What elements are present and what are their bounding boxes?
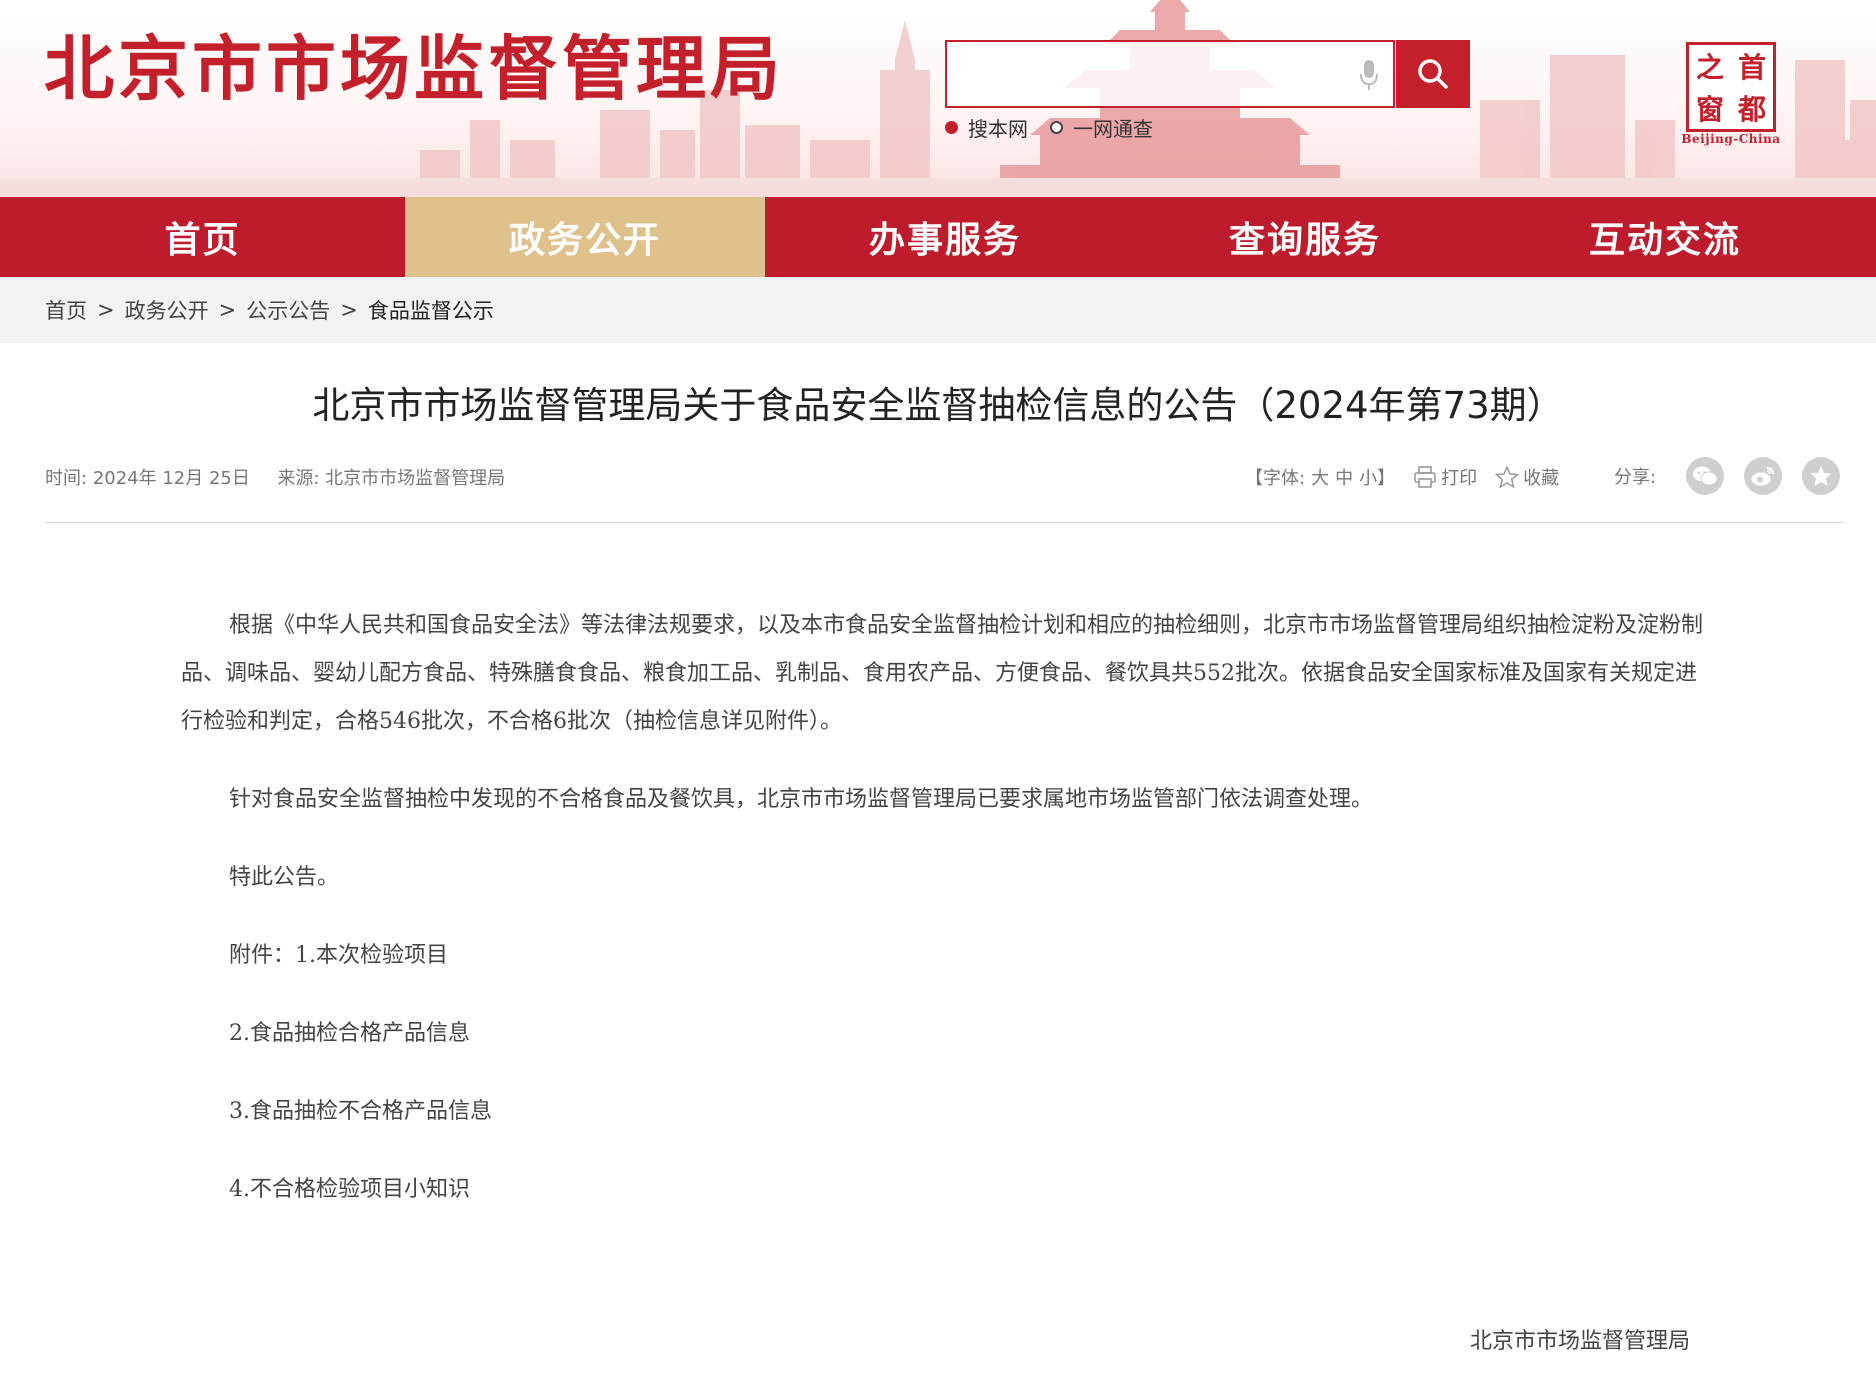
article-body: 根据《中华人民共和国食品安全法》等法律法规要求，以及本市食品安全监督抽检计划和相… — [181, 602, 1711, 1214]
font-size-medium[interactable]: 中 — [1335, 464, 1353, 490]
weibo-icon — [1751, 467, 1775, 486]
nav-item-services[interactable]: 办事服务 — [765, 197, 1125, 277]
font-size-prefix: 【字体: — [1245, 468, 1306, 489]
breadcrumb-home[interactable]: 首页 — [45, 295, 87, 325]
print-button[interactable]: 打印 — [1413, 464, 1477, 490]
scope-radio-all[interactable]: 一网通查 — [1050, 113, 1153, 142]
article-title: 北京市市场监督管理局关于食品安全监督抽检信息的公告（2024年第73期） — [312, 384, 1564, 427]
article-paragraph: 针对食品安全监督抽检中发现的不合格食品及餐饮具，北京市市场监督管理局已要求属地市… — [229, 787, 1374, 812]
microphone-icon[interactable] — [1359, 58, 1379, 92]
attachment-item[interactable]: 2.食品抽检合格产品信息 — [181, 1010, 1711, 1058]
search-button[interactable] — [1396, 40, 1470, 108]
breadcrumb-food-supervision[interactable]: 食品监督公示 — [368, 295, 494, 325]
wechat-icon — [1693, 466, 1718, 486]
logo-char: 窗 — [1695, 93, 1724, 126]
logo-char: 都 — [1737, 93, 1766, 126]
breadcrumb-government-affairs[interactable]: 政务公开 — [125, 295, 209, 325]
article-tools: 【字体: 大 中 小 】 打印 收藏 — [1245, 464, 1559, 490]
share-weibo-button[interactable] — [1744, 457, 1783, 495]
star-icon — [1810, 466, 1832, 486]
share-label: 分享: — [1614, 467, 1657, 488]
time-label: 时间: — [45, 468, 88, 489]
scope-radio-site[interactable]: 搜本网 — [945, 113, 1028, 142]
breadcrumb-separator: > — [97, 298, 115, 322]
site-title: 北京市市场监督管理局 — [44, 27, 784, 110]
source-label: 来源: — [277, 468, 320, 489]
publish-date: 2024年 12月 25日 — [92, 468, 250, 489]
favorite-label: 收藏 — [1523, 468, 1560, 489]
attachment-item[interactable]: 3.食品抽检不合格产品信息 — [181, 1088, 1711, 1136]
site-header: 北京市市场监督管理局 搜本网 一网通查 之 首 窗 都 Beijing-Chin… — [0, 0, 1876, 197]
source-value: 北京市市场监督管理局 — [325, 468, 506, 489]
logo-char: 首 — [1737, 51, 1766, 84]
article-meta: 时间: 2024年 12月 25日 来源: 北京市市场监督管理局 — [45, 464, 505, 490]
breadcrumb-separator: > — [218, 298, 237, 322]
breadcrumb: 首页 > 政务公开 > 公示公告 > 食品监督公示 — [45, 277, 494, 343]
search-box — [945, 40, 1395, 108]
meta-divider — [45, 522, 1845, 523]
search-icon — [1418, 59, 1448, 89]
star-outline-icon — [1495, 466, 1520, 488]
print-label: 打印 — [1441, 468, 1478, 489]
radio-unchecked-icon — [1050, 121, 1063, 134]
breadcrumb-announcements[interactable]: 公示公告 — [246, 295, 330, 325]
article-signature: 北京市市场监督管理局 — [1470, 1329, 1691, 1354]
favorite-button[interactable]: 收藏 — [1495, 464, 1559, 490]
search-input[interactable] — [947, 42, 1359, 104]
font-size-large[interactable]: 大 — [1311, 464, 1329, 490]
logo-caption: Beijing-China — [1681, 132, 1781, 146]
printer-icon — [1414, 466, 1436, 488]
article-paragraph: 根据《中华人民共和国食品安全法》等法律法规要求，以及本市食品安全监督抽检计划和相… — [181, 613, 1704, 734]
main-nav: 首页 政务公开 办事服务 查询服务 互动交流 — [0, 197, 1876, 277]
nav-item-home[interactable]: 首页 — [0, 197, 405, 277]
nav-item-government-affairs[interactable]: 政务公开 — [405, 197, 765, 277]
nav-item-query[interactable]: 查询服务 — [1125, 197, 1485, 277]
article-paragraph: 特此公告。 — [229, 865, 340, 890]
scope-label-site: 搜本网 — [968, 117, 1028, 141]
font-size-small[interactable]: 小 — [1359, 464, 1377, 490]
share-favorite-button[interactable] — [1802, 457, 1841, 495]
breadcrumb-bar: 首页 > 政务公开 > 公示公告 > 食品监督公示 — [0, 277, 1876, 343]
attachment-item[interactable]: 附件：1.本次检验项目 — [181, 932, 1711, 980]
share-bar: 分享: — [1614, 457, 1841, 495]
scope-label-all: 一网通查 — [1073, 117, 1153, 141]
radio-checked-icon — [945, 121, 958, 134]
search-scope: 搜本网 一网通查 — [945, 113, 1175, 142]
breadcrumb-separator: > — [340, 298, 358, 322]
nav-item-interaction[interactable]: 互动交流 — [1485, 197, 1845, 277]
share-wechat-button[interactable] — [1686, 457, 1725, 495]
capital-window-logo[interactable]: 之 首 窗 都 — [1686, 42, 1776, 132]
logo-char: 之 — [1695, 51, 1724, 84]
font-size-suffix: 】 — [1377, 468, 1396, 489]
attachment-item[interactable]: 4.不合格检验项目小知识 — [181, 1166, 1711, 1214]
